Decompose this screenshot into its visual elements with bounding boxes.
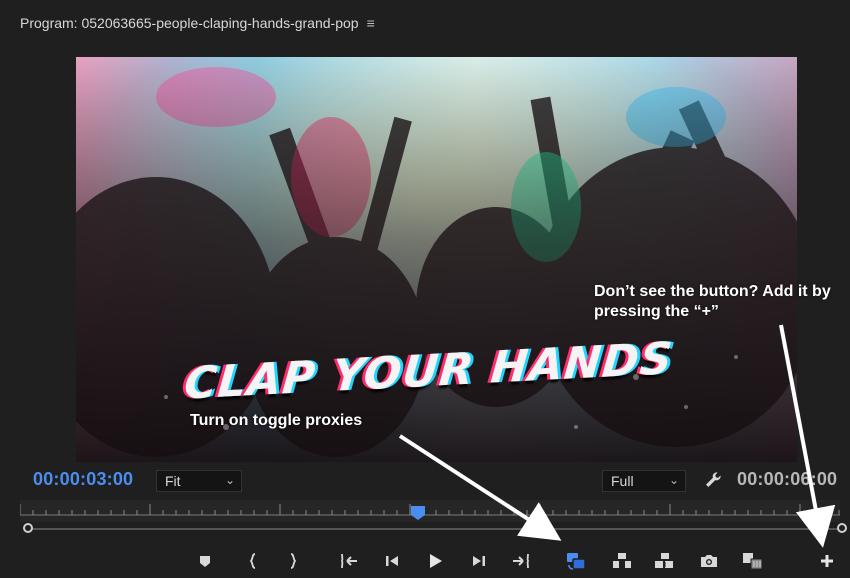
step-forward-button[interactable] — [468, 550, 490, 572]
marker-icon — [200, 556, 210, 567]
playback-resolution-value: Full — [611, 473, 634, 489]
step-back-icon — [386, 556, 398, 566]
zoom-scrollbar[interactable] — [28, 526, 844, 532]
program-monitor-video[interactable]: CLAP YOUR HANDS — [76, 57, 797, 462]
play-icon — [430, 554, 442, 568]
comparison-view-icon — [743, 553, 763, 570]
chevron-down-icon: ⌄ — [224, 473, 235, 487]
zoom-scrollbar-right-handle[interactable] — [837, 523, 847, 533]
button-editor-button[interactable] — [816, 550, 838, 572]
lift-button[interactable] — [611, 550, 633, 572]
playback-resolution-select[interactable]: Full ⌄ — [602, 470, 686, 492]
go-to-out-button[interactable] — [510, 550, 532, 572]
chevron-down-icon: ⌄ — [668, 473, 679, 487]
play-button[interactable] — [424, 550, 446, 572]
go-to-in-button[interactable] — [338, 550, 360, 572]
extract-icon — [655, 553, 673, 568]
lift-icon — [613, 553, 631, 568]
export-frame-button[interactable] — [698, 550, 720, 572]
add-marker-button[interactable] — [194, 550, 216, 572]
step-back-button[interactable] — [381, 550, 403, 572]
camera-icon — [701, 555, 717, 567]
panel-title[interactable]: Program: 052063665-people-claping-hands-… — [20, 15, 359, 31]
extract-button[interactable] — [654, 550, 676, 572]
mark-out-button[interactable] — [282, 550, 304, 572]
toggle-proxies-icon — [567, 553, 586, 570]
comparison-view-button[interactable] — [742, 550, 764, 572]
plus-icon — [821, 555, 833, 567]
time-ruler[interactable] — [20, 500, 840, 522]
annotation-toggle-proxies: Turn on toggle proxies — [190, 412, 363, 429]
transport-controls — [0, 550, 850, 574]
toggle-proxies-button[interactable] — [565, 550, 587, 572]
annotation-add-button-hint: Don’t see the button? Add it by pressing… — [594, 283, 831, 320]
zoom-scrollbar-left-handle[interactable] — [23, 523, 33, 533]
go-to-in-icon — [340, 553, 357, 569]
duration-timecode: 00:00:06:00 — [737, 469, 838, 489]
playhead-marker[interactable] — [410, 505, 426, 521]
mark-in-icon — [249, 553, 256, 569]
zoom-level-select[interactable]: Fit ⌄ — [156, 470, 242, 492]
mark-in-button[interactable] — [242, 550, 264, 572]
current-timecode[interactable]: 00:00:03:00 — [33, 469, 133, 490]
mark-out-icon — [290, 553, 297, 569]
wrench-icon[interactable] — [703, 470, 723, 490]
zoom-level-value: Fit — [165, 473, 181, 489]
hamburger-menu-icon[interactable]: ≡ — [367, 15, 375, 31]
step-forward-icon — [473, 556, 485, 566]
panel-header: Program: 052063665-people-claping-hands-… — [0, 0, 850, 46]
go-to-out-icon — [513, 553, 530, 569]
